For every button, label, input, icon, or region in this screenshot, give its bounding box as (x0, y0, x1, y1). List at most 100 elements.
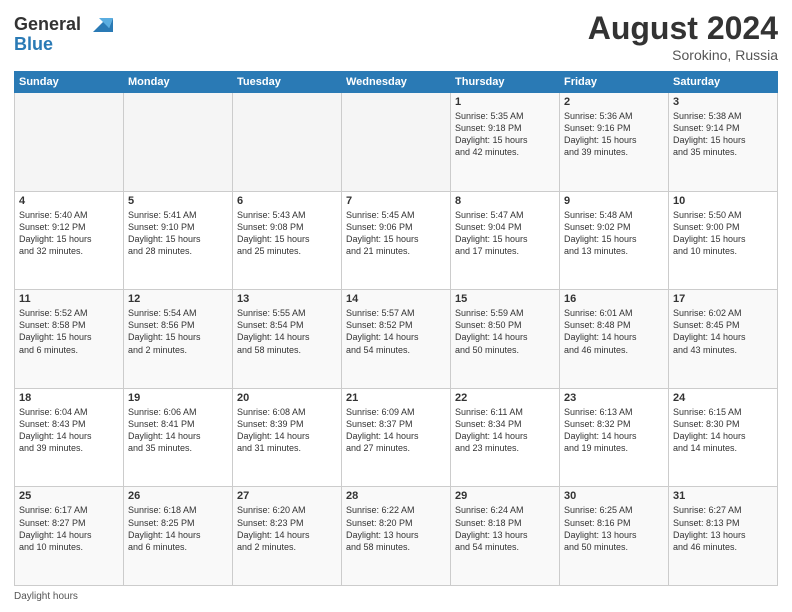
day-number: 13 (237, 293, 337, 305)
day-number: 28 (346, 490, 446, 502)
day-cell: 28 Sunrise: 6:22 AMSunset: 8:20 PMDayligh… (342, 487, 451, 586)
day-cell (15, 93, 124, 192)
day-info: Sunrise: 6:06 AMSunset: 8:41 PMDaylight:… (128, 406, 228, 455)
day-cell: 12Sunrise: 5:54 AMSunset: 8:56 PMDayligh… (124, 290, 233, 389)
day-number: 4 (19, 195, 119, 207)
day-info: Sunrise: 6:04 AMSunset: 8:43 PMDaylight:… (19, 406, 119, 455)
day-cell: 9 Sunrise: 5:48 AMSunset: 9:02 PMDaylight… (560, 191, 669, 290)
day-cell: 20 Sunrise: 6:08 AMSunset: 8:39 PMDayligh… (233, 388, 342, 487)
weekday-wednesday: Wednesday (342, 72, 451, 93)
day-info: Sunrise: 6:02 AMSunset: 8:45 PMDaylight:… (673, 307, 773, 356)
day-cell: 7 Sunrise: 5:45 AMSunset: 9:06 PMDaylight… (342, 191, 451, 290)
day-cell: 18 Sunrise: 6:04 AMSunset: 8:43 PMDayligh… (15, 388, 124, 487)
week-row-2: 4 Sunrise: 5:40 AMSunset: 9:12 PMDaylight… (15, 191, 778, 290)
day-cell: 5Sunrise: 5:41 AMSunset: 9:10 PMDaylight… (124, 191, 233, 290)
day-number: 20 (237, 392, 337, 404)
day-cell: 26 Sunrise: 6:18 AMSunset: 8:25 PMDayligh… (124, 487, 233, 586)
day-cell: 6Sunrise: 5:43 AMSunset: 9:08 PMDaylight… (233, 191, 342, 290)
day-number: 29 (455, 490, 555, 502)
day-cell: 2 Sunrise: 5:36 AMSunset: 9:16 PMDaylight… (560, 93, 669, 192)
day-info: Sunrise: 6:09 AMSunset: 8:37 PMDaylight:… (346, 406, 446, 455)
day-info: Sunrise: 6:18 AMSunset: 8:25 PMDaylight:… (128, 504, 228, 553)
day-number: 6 (237, 195, 337, 207)
day-cell: 14 Sunrise: 5:57 AMSunset: 8:52 PMDayligh… (342, 290, 451, 389)
weekday-thursday: Thursday (451, 72, 560, 93)
day-info: Sunrise: 6:08 AMSunset: 8:39 PMDaylight:… (237, 406, 337, 455)
day-number: 14 (346, 293, 446, 305)
day-number: 9 (564, 195, 664, 207)
day-cell: 19 Sunrise: 6:06 AMSunset: 8:41 PMDayligh… (124, 388, 233, 487)
day-info: Sunrise: 5:45 AMSunset: 9:06 PMDaylight:… (346, 209, 446, 258)
title-block: August 2024 Sorokino, Russia (588, 10, 778, 63)
day-cell: 17 Sunrise: 6:02 AMSunset: 8:45 PMDayligh… (669, 290, 778, 389)
day-info: Sunrise: 5:47 AMSunset: 9:04 PMDaylight:… (455, 209, 555, 258)
weekday-monday: Monday (124, 72, 233, 93)
day-number: 25 (19, 490, 119, 502)
day-info: Sunrise: 5:57 AMSunset: 8:52 PMDaylight:… (346, 307, 446, 356)
header: General Blue August 2024 Sorokino, Russi… (14, 10, 778, 63)
day-number: 1 (455, 96, 555, 108)
day-cell: 31 Sunrise: 6:27 AMSunset: 8:13 PMDayligh… (669, 487, 778, 586)
day-cell: 4 Sunrise: 5:40 AMSunset: 9:12 PMDaylight… (15, 191, 124, 290)
day-number: 2 (564, 96, 664, 108)
week-row-3: 11 Sunrise: 5:52 AMSunset: 8:58 PMDayligh… (15, 290, 778, 389)
day-cell: 8 Sunrise: 5:47 AMSunset: 9:04 PMDaylight… (451, 191, 560, 290)
calendar-table: SundayMondayTuesdayWednesdayThursdayFrid… (14, 71, 778, 586)
day-number: 30 (564, 490, 664, 502)
day-info: Sunrise: 5:50 AMSunset: 9:00 PMDaylight:… (673, 209, 773, 258)
day-info: Sunrise: 5:59 AMSunset: 8:50 PMDaylight:… (455, 307, 555, 356)
day-cell: 3Sunrise: 5:38 AMSunset: 9:14 PMDaylight… (669, 93, 778, 192)
day-cell: 1 Sunrise: 5:35 AMSunset: 9:18 PMDaylight… (451, 93, 560, 192)
month-year: August 2024 (588, 10, 778, 47)
day-number: 16 (564, 293, 664, 305)
day-cell: 15Sunrise: 5:59 AMSunset: 8:50 PMDayligh… (451, 290, 560, 389)
day-info: Sunrise: 6:25 AMSunset: 8:16 PMDaylight:… (564, 504, 664, 553)
day-cell: 21Sunrise: 6:09 AMSunset: 8:37 PMDayligh… (342, 388, 451, 487)
daylight-hours-label: Daylight hours (14, 591, 78, 602)
day-info: Sunrise: 6:22 AMSunset: 8:20 PMDaylight:… (346, 504, 446, 553)
day-number: 19 (128, 392, 228, 404)
day-info: Sunrise: 5:52 AMSunset: 8:58 PMDaylight:… (19, 307, 119, 356)
day-number: 26 (128, 490, 228, 502)
day-info: Sunrise: 5:35 AMSunset: 9:18 PMDaylight:… (455, 110, 555, 159)
day-info: Sunrise: 6:11 AMSunset: 8:34 PMDaylight:… (455, 406, 555, 455)
day-number: 17 (673, 293, 773, 305)
day-info: Sunrise: 6:13 AMSunset: 8:32 PMDaylight:… (564, 406, 664, 455)
day-number: 18 (19, 392, 119, 404)
day-number: 11 (19, 293, 119, 305)
weekday-friday: Friday (560, 72, 669, 93)
day-number: 22 (455, 392, 555, 404)
weekday-sunday: Sunday (15, 72, 124, 93)
weekday-saturday: Saturday (669, 72, 778, 93)
location: Sorokino, Russia (588, 47, 778, 63)
day-info: Sunrise: 5:48 AMSunset: 9:02 PMDaylight:… (564, 209, 664, 258)
day-cell: 30 Sunrise: 6:25 AMSunset: 8:16 PMDayligh… (560, 487, 669, 586)
day-cell: 11 Sunrise: 5:52 AMSunset: 8:58 PMDayligh… (15, 290, 124, 389)
logo: General Blue (14, 10, 113, 55)
footer: Daylight hours (14, 591, 778, 602)
weekday-tuesday: Tuesday (233, 72, 342, 93)
day-number: 7 (346, 195, 446, 207)
day-info: Sunrise: 6:20 AMSunset: 8:23 PMDaylight:… (237, 504, 337, 553)
day-info: Sunrise: 6:17 AMSunset: 8:27 PMDaylight:… (19, 504, 119, 553)
day-info: Sunrise: 6:01 AMSunset: 8:48 PMDaylight:… (564, 307, 664, 356)
day-number: 8 (455, 195, 555, 207)
day-number: 31 (673, 490, 773, 502)
day-info: Sunrise: 5:36 AMSunset: 9:16 PMDaylight:… (564, 110, 664, 159)
day-cell: 29Sunrise: 6:24 AMSunset: 8:18 PMDayligh… (451, 487, 560, 586)
week-row-4: 18 Sunrise: 6:04 AMSunset: 8:43 PMDayligh… (15, 388, 778, 487)
day-info: Sunrise: 5:55 AMSunset: 8:54 PMDaylight:… (237, 307, 337, 356)
day-number: 24 (673, 392, 773, 404)
day-cell (233, 93, 342, 192)
day-number: 5 (128, 195, 228, 207)
week-row-1: 1 Sunrise: 5:35 AMSunset: 9:18 PMDaylight… (15, 93, 778, 192)
logo-icon (85, 10, 113, 38)
day-info: Sunrise: 6:27 AMSunset: 8:13 PMDaylight:… (673, 504, 773, 553)
day-cell: 27Sunrise: 6:20 AMSunset: 8:23 PMDayligh… (233, 487, 342, 586)
day-number: 23 (564, 392, 664, 404)
week-row-5: 25 Sunrise: 6:17 AMSunset: 8:27 PMDayligh… (15, 487, 778, 586)
day-cell: 13 Sunrise: 5:55 AMSunset: 8:54 PMDayligh… (233, 290, 342, 389)
day-cell (124, 93, 233, 192)
day-info: Sunrise: 5:54 AMSunset: 8:56 PMDaylight:… (128, 307, 228, 356)
day-info: Sunrise: 5:40 AMSunset: 9:12 PMDaylight:… (19, 209, 119, 258)
